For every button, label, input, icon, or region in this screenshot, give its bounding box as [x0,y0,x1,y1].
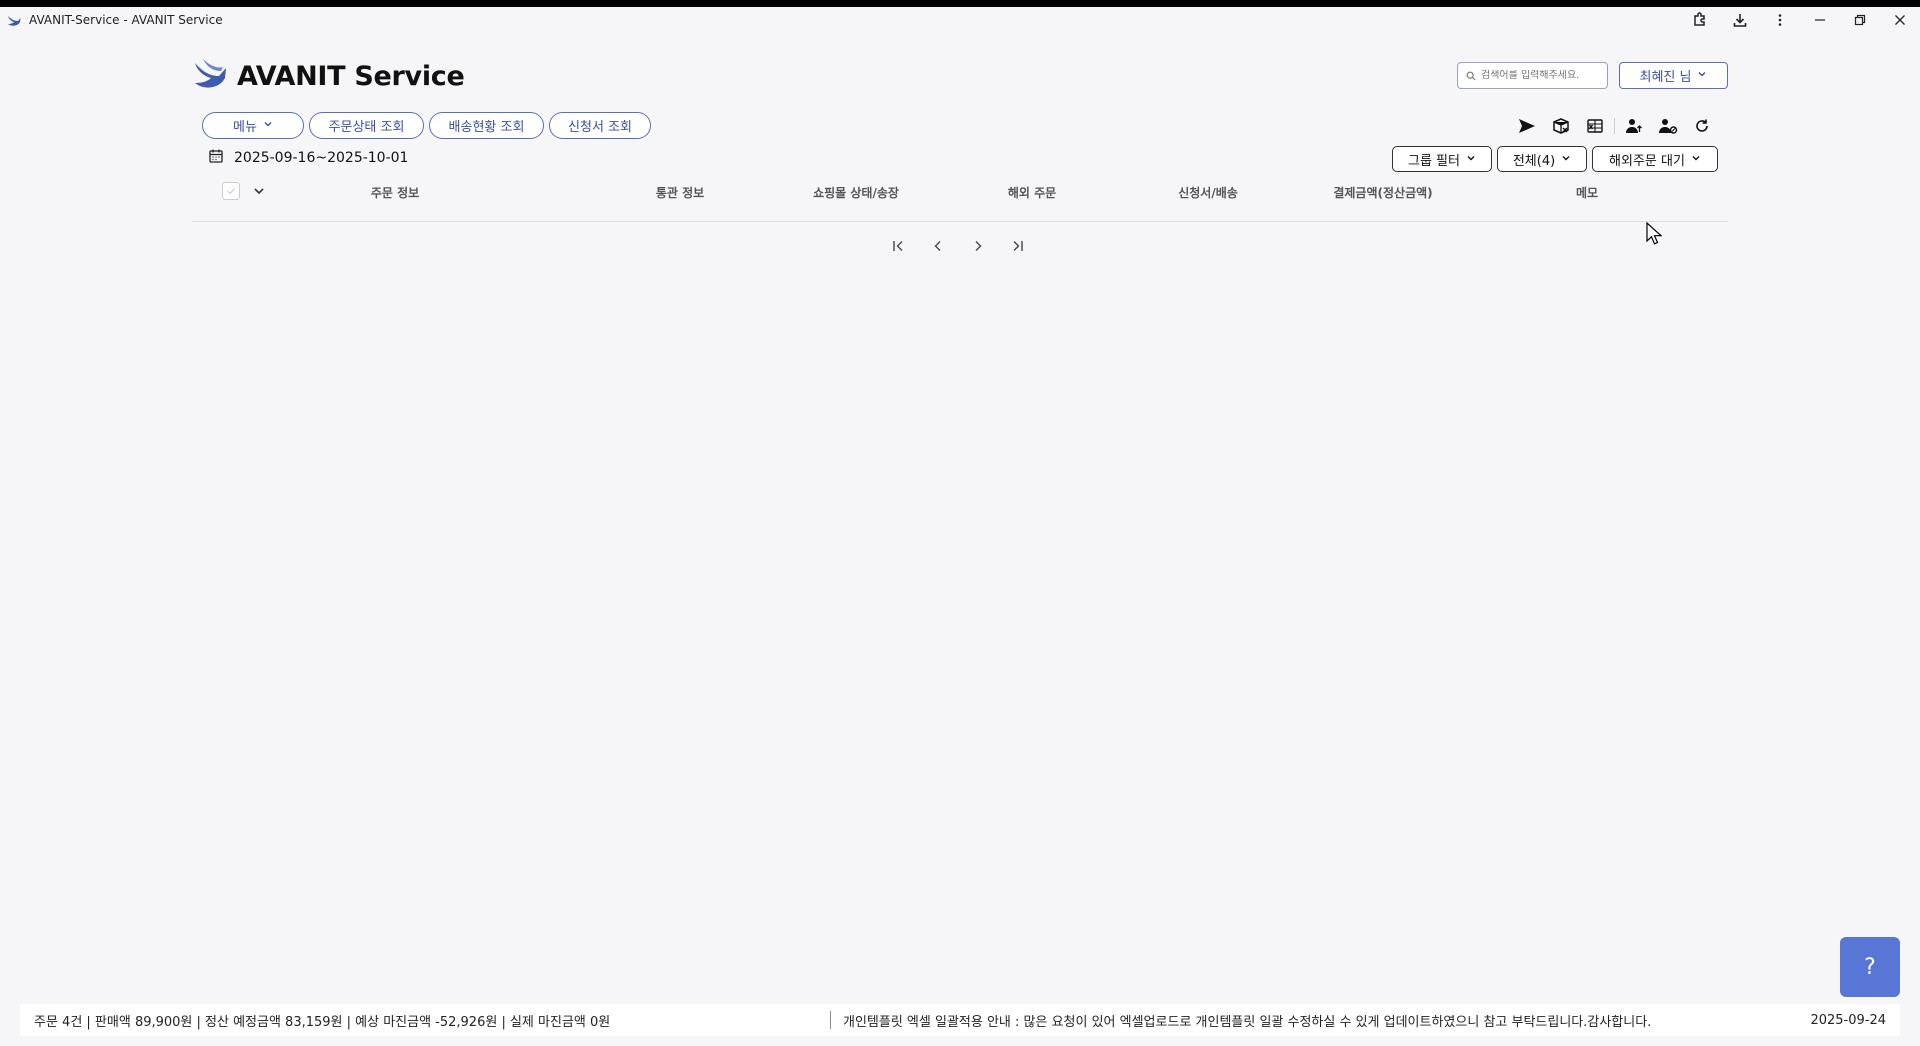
toolbar-divider [1614,118,1615,134]
dropdown-label: 그룹 필터 [1408,153,1460,169]
user-name: 최혜진 님 [1639,70,1692,85]
status-footer: 주문 4건 | 판매액 89,900원 | 정산 예정금액 83,159원 | … [20,1004,1900,1036]
chevron-down-icon [1466,152,1476,167]
app-logo-icon [7,13,23,27]
status-all-dropdown[interactable]: 전체(4) [1497,146,1587,172]
search-box[interactable] [1457,62,1608,89]
person-upload-icon[interactable] [1617,114,1651,138]
group-filter-dropdown[interactable]: 그룹 필터 [1392,146,1492,172]
top-black-bar [0,0,1920,7]
download-icon[interactable] [1720,7,1760,33]
column-header[interactable]: 쇼핑몰 상태/송장 [813,184,899,201]
brand-logo[interactable]: AVANIT Service [193,57,465,95]
chevron-down-icon [1697,68,1707,83]
menu-label: 메뉴 [233,120,257,135]
column-header[interactable]: 주문 정보 [371,184,419,201]
action-toolbar [1510,114,1719,138]
chevron-down-icon [1561,152,1571,167]
column-header[interactable]: 신청서/배송 [1178,184,1238,201]
pagination [888,236,1028,256]
tab-label: 배송현황 조회 [448,120,525,135]
window-titlebar: AVANIT-Service - AVANIT Service [0,7,1920,33]
extensions-icon[interactable] [1680,7,1720,33]
person-settings-icon[interactable] [1651,114,1685,138]
date-range-text: 2025-09-16~2025-10-01 [234,150,409,166]
mouse-cursor-icon [1646,221,1663,250]
order-stats: 주문 4건 | 판매액 89,900원 | 정산 예정금액 83,159원 | … [34,1014,611,1030]
column-header[interactable]: 통관 정보 [656,184,704,201]
overseas-status-dropdown[interactable]: 해외주문 대기 [1592,146,1718,172]
chevron-down-icon [263,118,273,133]
minimize-icon[interactable] [1800,7,1840,33]
tab-order-status[interactable]: 주문상태 조회 [309,112,424,139]
first-page-icon[interactable] [888,236,908,256]
send-icon[interactable] [1510,114,1544,138]
last-page-icon[interactable] [1008,236,1028,256]
expand-all-chevron-icon[interactable] [252,183,266,202]
search-input[interactable] [1481,70,1601,81]
swallow-logo-icon [193,57,229,95]
excel-icon[interactable] [1578,114,1612,138]
brand-name: AVANIT Service [237,60,465,92]
calendar-icon [208,148,224,168]
dropdown-label: 해외주문 대기 [1609,153,1685,169]
select-all-checkbox[interactable] [222,182,240,200]
help-button[interactable]: ? [1840,937,1900,997]
restore-icon[interactable] [1840,7,1880,33]
tab-label: 주문상태 조회 [328,120,405,135]
close-icon[interactable] [1880,7,1920,33]
notice-ticker[interactable]: 개인템플릿 엑셀 일괄적용 안내 : 많은 요청이 있어 엑셀업로드로 개인템플… [831,1011,1810,1030]
tab-application[interactable]: 신청서 조회 [549,112,651,139]
footer-date: 2025-09-24 [1810,1012,1886,1028]
help-question-icon: ? [1864,954,1876,980]
date-range-picker[interactable]: 2025-09-16~2025-10-01 [208,148,408,168]
dropdown-label: 전체(4) [1512,153,1556,169]
order-table-header: 주문 정보 통관 정보 쇼핑몰 상태/송장 해외 주문 신청서/배송 결제금액(… [192,178,1728,222]
user-menu-button[interactable]: 최혜진 님 [1619,62,1728,89]
box-cancel-icon[interactable] [1544,114,1578,138]
tab-label: 신청서 조회 [568,120,632,135]
refresh-icon[interactable] [1685,114,1719,138]
chevron-down-icon [1691,152,1701,167]
next-page-icon[interactable] [968,236,988,256]
more-vert-icon[interactable] [1760,7,1800,33]
column-header[interactable]: 결제금액(정산금액) [1333,184,1432,201]
column-header[interactable]: 해외 주문 [1008,184,1056,201]
window-title: AVANIT-Service - AVANIT Service [29,13,223,27]
prev-page-icon[interactable] [928,236,948,256]
tab-delivery-status[interactable]: 배송현황 조회 [429,112,544,139]
menu-button[interactable]: 메뉴 [202,112,304,139]
search-icon [1466,66,1476,85]
column-header[interactable]: 메모 [1576,184,1598,201]
